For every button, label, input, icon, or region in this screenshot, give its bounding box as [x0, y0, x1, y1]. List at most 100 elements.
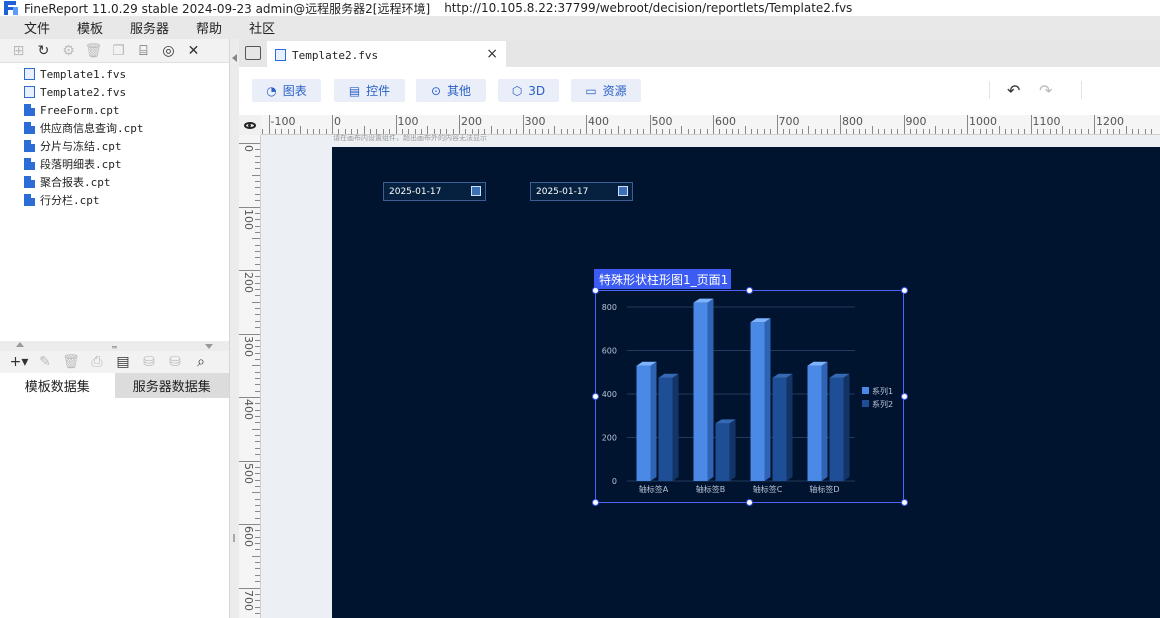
expand-up-icon[interactable] — [16, 342, 24, 347]
chart-widget-title[interactable]: 特殊形状柱形图1_页面1 — [594, 269, 731, 289]
copy-icon[interactable]: ❐ — [106, 41, 131, 61]
bar-front — [658, 377, 673, 481]
redo-icon[interactable]: ↷ — [1039, 81, 1052, 100]
resize-handle[interactable] — [592, 287, 599, 294]
tab-template2[interactable]: Template2.fvs × — [267, 41, 506, 67]
chart-button[interactable]: ◔ 图表 — [252, 79, 321, 102]
ruler-tick — [751, 129, 753, 134]
expand-down-icon[interactable] — [205, 344, 213, 349]
ruler-tick — [255, 314, 260, 316]
refresh-icon[interactable]: ↻ — [31, 41, 56, 61]
menu-server[interactable]: 服务器 — [130, 18, 169, 37]
ruler-tick — [852, 129, 854, 134]
calendar-icon[interactable] — [471, 186, 481, 196]
other-button[interactable]: ⊙ 其他 — [416, 79, 486, 102]
tab-list-icon[interactable] — [245, 46, 261, 60]
delete-dataset-icon[interactable]: 🗑 — [58, 352, 84, 372]
ruler-label: 400 — [242, 399, 255, 420]
ruler-tick — [1055, 129, 1057, 134]
cube-icon: ⬡ — [511, 83, 523, 98]
legend-label: 系列1 — [872, 386, 893, 396]
menu-help[interactable]: 帮助 — [196, 18, 222, 37]
vertical-ruler: 0 100 200 300 400 500 600 700 — [239, 135, 261, 618]
3d-button[interactable]: ⬡ 3D — [498, 79, 559, 102]
dataset-settings-icon[interactable]: ▤ — [110, 352, 136, 372]
ruler-tick — [293, 129, 295, 134]
resize-handle[interactable] — [901, 287, 908, 294]
resize-handle[interactable] — [901, 393, 908, 400]
resize-handle[interactable] — [901, 499, 908, 506]
resize-handle[interactable] — [746, 499, 753, 506]
collapse-icon[interactable]: ✕ — [181, 41, 206, 61]
ruler-label: 200 — [461, 115, 482, 128]
database-refresh-icon[interactable]: ⛁ — [162, 352, 188, 372]
panel-splitter[interactable]: ═ — [0, 341, 229, 352]
menu-file[interactable]: 文件 — [24, 18, 50, 37]
file-item[interactable]: 段落明细表.cpt — [0, 155, 229, 173]
edit-icon[interactable]: ✎ — [32, 352, 58, 372]
file-item[interactable]: 供应商信息查询.cpt — [0, 119, 229, 137]
settings-icon[interactable]: ⚙ — [56, 41, 81, 61]
eye-icon — [244, 121, 256, 129]
ruler-tick — [1125, 126, 1127, 134]
ruler-tick — [909, 129, 911, 134]
file-item[interactable]: FreeForm.cpt — [0, 101, 229, 119]
resize-handle[interactable] — [746, 287, 753, 294]
ruler-tick — [255, 257, 260, 259]
control-button[interactable]: ▤ 控件 — [334, 79, 405, 102]
collapse-left-icon[interactable] — [232, 54, 237, 62]
y-tick-label: 800 — [602, 303, 617, 312]
cpt-file-icon — [24, 122, 35, 134]
lock-file-icon[interactable]: ⌸ — [131, 41, 156, 61]
date-picker-end[interactable]: 2025-01-17 — [530, 182, 633, 201]
new-folder-icon[interactable]: ⊞ — [6, 41, 31, 61]
y-tick-label: 600 — [602, 347, 617, 356]
menu-community[interactable]: 社区 — [249, 18, 275, 37]
close-icon[interactable]: × — [486, 46, 498, 62]
ruler-tick — [693, 129, 695, 134]
ruler-tick — [554, 126, 556, 134]
ruler-tick — [255, 384, 260, 386]
bar-front — [636, 365, 651, 481]
preview-icon[interactable]: ⎙ — [84, 352, 110, 372]
bar-chart[interactable]: 0 200 400 600 800 轴标签A 轴标签B 轴标签C 轴标签D 系列1 系列2 — [595, 290, 905, 504]
bar-side — [729, 419, 736, 481]
file-item[interactable]: Template2.fvs — [0, 83, 229, 101]
ruler-tick — [1005, 129, 1007, 134]
tab-server-datasets[interactable]: 服务器数据集 — [114, 373, 229, 398]
tab-template-datasets[interactable]: 模板数据集 — [0, 373, 115, 398]
file-item[interactable]: 聚合报表.cpt — [0, 173, 229, 191]
ruler-tick — [239, 587, 260, 589]
resize-handle[interactable] — [592, 499, 599, 506]
ruler-tick — [239, 206, 260, 208]
file-item[interactable]: 分片与冻结.cpt — [0, 137, 229, 155]
ruler-tick — [566, 129, 568, 134]
menu-template[interactable]: 模板 — [77, 18, 103, 37]
ruler-tick — [239, 397, 260, 398]
vertical-splitter[interactable]: ‖ — [230, 39, 239, 618]
resize-handle[interactable] — [592, 393, 599, 400]
ruler-tick — [255, 530, 260, 532]
ruler-tick — [820, 129, 822, 134]
delete-icon[interactable]: 🗑 — [81, 41, 106, 61]
control-icon: ▤ — [348, 83, 361, 98]
search-icon[interactable]: ⌕ — [188, 352, 214, 372]
database-icon[interactable]: ⛁ — [136, 352, 162, 372]
visibility-toggle[interactable] — [239, 115, 261, 135]
file-item[interactable]: Template1.fvs — [0, 65, 229, 83]
calendar-icon[interactable] — [618, 186, 628, 196]
ruler-label: 500 — [651, 115, 673, 128]
ruler-tick — [649, 115, 651, 134]
ruler-label: 300 — [524, 115, 546, 128]
bar-side — [786, 373, 793, 481]
ruler-tick — [255, 498, 260, 500]
add-dataset-icon[interactable]: +▾ — [6, 352, 32, 372]
locate-icon[interactable]: ◎ — [156, 41, 181, 61]
ruler-tick — [655, 129, 657, 134]
file-item[interactable]: 行分栏.cpt — [0, 191, 229, 209]
ruler-tick — [252, 301, 260, 303]
ruler-tick — [795, 129, 797, 134]
undo-icon[interactable]: ↶ — [1007, 81, 1020, 100]
date-picker-start[interactable]: 2025-01-17 — [383, 182, 486, 201]
resource-button[interactable]: ▭ 资源 — [571, 79, 641, 102]
